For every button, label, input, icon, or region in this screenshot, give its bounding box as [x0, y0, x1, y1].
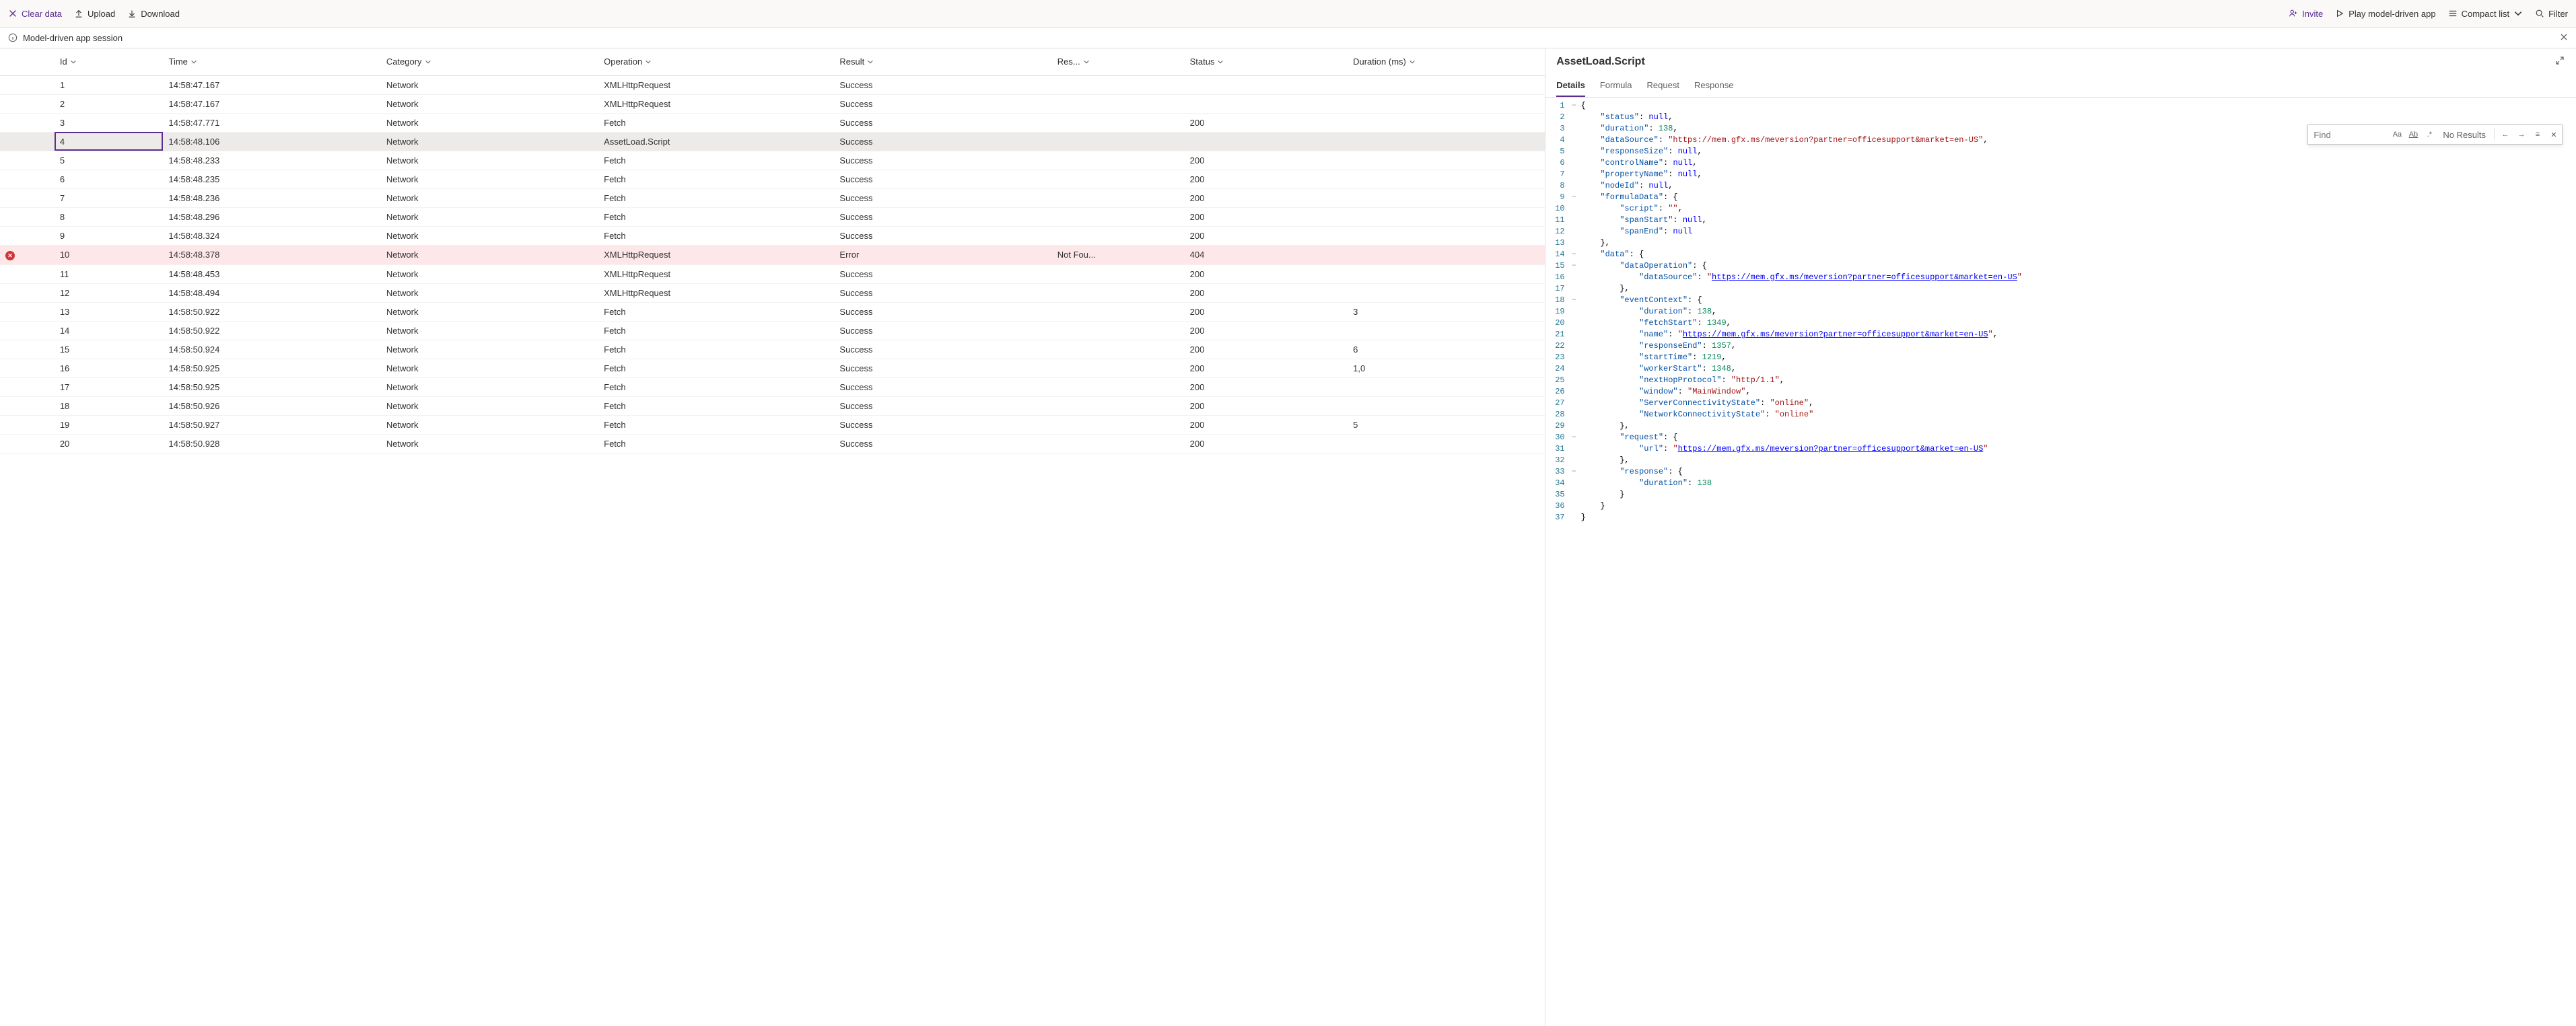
detail-tabs: Details Formula Request Response [1545, 75, 2576, 98]
col-time[interactable]: Time [163, 48, 380, 75]
next-match-icon[interactable]: → [2513, 131, 2530, 139]
filter-icon [2535, 9, 2544, 18]
table-row[interactable]: 314:58:47.771NetworkFetchSuccess200 [0, 113, 1545, 132]
table-row[interactable]: 1914:58:50.927NetworkFetchSuccess2005 [0, 416, 1545, 435]
table-row[interactable]: 914:58:48.324NetworkFetchSuccess200 [0, 226, 1545, 245]
info-icon [8, 33, 18, 42]
compact-list-button[interactable]: Compact list [2448, 9, 2523, 19]
match-word-icon[interactable]: Ab [2405, 131, 2421, 139]
find-in-selection-icon[interactable]: ≡ [2530, 131, 2546, 139]
json-editor[interactable]: Aa Ab .* No Results ← → ≡ ✕ 123456789101… [1545, 98, 2576, 1026]
table-row[interactable]: 1114:58:48.453NetworkXMLHttpRequestSucce… [0, 265, 1545, 284]
table-row[interactable]: 714:58:48.236NetworkFetchSuccess200 [0, 188, 1545, 207]
events-table: Id Time Category Operation Result Res...… [0, 48, 1545, 453]
table-row[interactable]: 1214:58:48.494NetworkXMLHttpRequestSucce… [0, 284, 1545, 303]
upload-button[interactable]: Upload [74, 9, 115, 19]
table-row[interactable]: ✕1014:58:48.378NetworkXMLHttpRequestErro… [0, 245, 1545, 265]
person-add-icon [2289, 9, 2298, 18]
filter-button[interactable]: Filter [2535, 9, 2568, 19]
match-case-icon[interactable]: Aa [2389, 131, 2405, 139]
table-row[interactable]: 1514:58:50.924NetworkFetchSuccess2006 [0, 340, 1545, 359]
upload-icon [74, 9, 83, 18]
table-row[interactable]: 114:58:47.167NetworkXMLHttpRequestSucces… [0, 75, 1545, 94]
table-row[interactable]: 1814:58:50.926NetworkFetchSuccess200 [0, 397, 1545, 416]
main-toolbar: Clear data Upload Download Invite Play m… [0, 0, 2576, 27]
table-row[interactable]: 214:58:47.167NetworkXMLHttpRequestSucces… [0, 94, 1545, 113]
find-bar: Aa Ab .* No Results ← → ≡ ✕ [2307, 124, 2563, 145]
events-table-scroll[interactable]: Id Time Category Operation Result Res...… [0, 48, 1545, 1026]
session-label: Model-driven app session [23, 33, 123, 43]
details-pane: AssetLoad.Script Details Formula Request… [1545, 48, 2576, 1026]
table-row[interactable]: 1414:58:50.922NetworkFetchSuccess200 [0, 322, 1545, 340]
find-input[interactable] [2308, 127, 2389, 143]
table-row[interactable]: 814:58:48.296NetworkFetchSuccess200 [0, 207, 1545, 226]
detail-title: AssetLoad.Script [1556, 56, 1645, 68]
col-result[interactable]: Result [834, 48, 1051, 75]
close-icon [8, 9, 18, 18]
download-icon [127, 9, 137, 18]
expand-icon[interactable] [2554, 55, 2565, 68]
invite-button[interactable]: Invite [2289, 9, 2323, 19]
tab-request[interactable]: Request [1647, 75, 1679, 97]
events-pane: Id Time Category Operation Result Res...… [0, 48, 1545, 1026]
table-row[interactable]: 1314:58:50.922NetworkFetchSuccess2003 [0, 303, 1545, 322]
chevron-down-icon [2513, 9, 2523, 18]
col-status[interactable]: Status [1185, 48, 1348, 75]
table-row[interactable]: 1714:58:50.925NetworkFetchSuccess200 [0, 378, 1545, 397]
col-response[interactable]: Res... [1052, 48, 1185, 75]
regex-icon[interactable]: .* [2421, 131, 2437, 139]
col-duration[interactable]: Duration (ms) [1348, 48, 1545, 75]
find-status: No Results [2437, 130, 2491, 140]
tab-formula[interactable]: Formula [1600, 75, 1632, 97]
table-row[interactable]: 2014:58:50.928NetworkFetchSuccess200 [0, 435, 1545, 453]
play-icon [2335, 9, 2344, 18]
table-row[interactable]: 514:58:48.233NetworkFetchSuccess200 [0, 151, 1545, 170]
table-row[interactable]: 414:58:48.106NetworkAssetLoad.ScriptSucc… [0, 132, 1545, 151]
table-row[interactable]: 614:58:48.235NetworkFetchSuccess200 [0, 170, 1545, 188]
play-button[interactable]: Play model-driven app [2335, 9, 2435, 19]
col-category[interactable]: Category [381, 48, 598, 75]
session-bar: Model-driven app session [0, 27, 2576, 48]
clear-data-button[interactable]: Clear data [8, 9, 62, 19]
tab-response[interactable]: Response [1694, 75, 1734, 97]
tab-details[interactable]: Details [1556, 75, 1585, 97]
find-close-icon[interactable]: ✕ [2546, 131, 2562, 139]
col-operation[interactable]: Operation [598, 48, 834, 75]
table-row[interactable]: 1614:58:50.925NetworkFetchSuccess2001,0 [0, 359, 1545, 378]
prev-match-icon[interactable]: ← [2497, 131, 2513, 139]
col-id[interactable]: Id [55, 48, 164, 75]
download-button[interactable]: Download [127, 9, 180, 19]
list-icon [2448, 9, 2458, 18]
error-icon: ✕ [5, 251, 15, 260]
session-close-button[interactable] [2560, 33, 2568, 43]
